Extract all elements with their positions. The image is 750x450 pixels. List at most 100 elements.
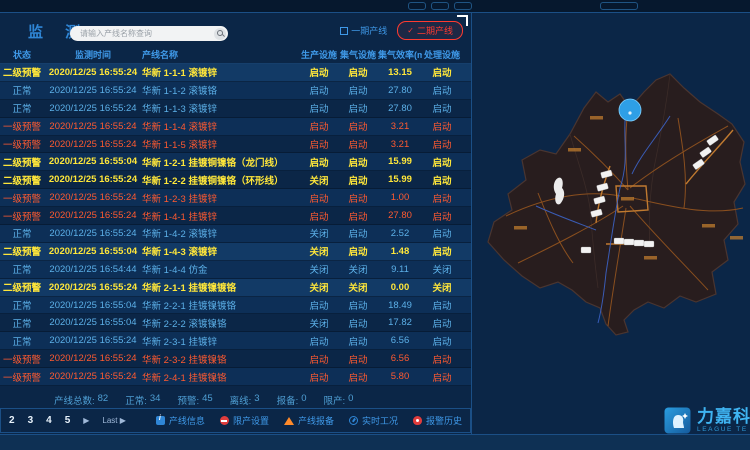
column-header: 状态 <box>0 48 44 61</box>
stat-value: 3 <box>254 393 259 407</box>
cell-status: 二级预警 <box>0 280 44 294</box>
cell-prod: 关闭 <box>300 226 338 240</box>
cell-status: 正常 <box>0 83 44 97</box>
cell-time: 2020/12/25 16:55:24 <box>44 103 142 114</box>
cell-time: 2020/12/25 16:55:24 <box>44 139 142 150</box>
table-header-row: 状态监测时间产线名称生产设施集气设施集气效率(m³/s)处理设施 <box>0 46 471 64</box>
cell-treat: 启动 <box>422 137 462 151</box>
cell-gas: 启动 <box>338 83 378 97</box>
action-label: 报警历史 <box>426 414 462 427</box>
cell-prod: 关闭 <box>300 280 338 294</box>
cell-gas: 关闭 <box>338 280 378 294</box>
table-row[interactable]: 正常2020/12/25 16:55:24华新 1-1-2 滚镀铬启动启动27.… <box>0 82 471 100</box>
cell-gas: 启动 <box>338 370 378 384</box>
table-body: 二级预警2020/12/25 16:55:24华新 1-1-1 滚镀锌启动启动1… <box>0 64 471 386</box>
table-row[interactable]: 正常2020/12/25 16:55:04华新 2-2-1 挂镀镍镀铬启动启动1… <box>0 297 471 315</box>
district-map[interactable] <box>478 58 750 343</box>
cell-gas: 启动 <box>338 298 378 312</box>
top-tab[interactable] <box>600 2 638 10</box>
table-row[interactable]: 二级预警2020/12/25 16:55:24华新 1-2-2 挂镀铜镍铬（环形… <box>0 171 471 189</box>
top-tab[interactable] <box>431 2 449 10</box>
table-row[interactable]: 正常2020/12/25 16:55:24华新 2-3-1 挂镀锌启动启动6.5… <box>0 332 471 350</box>
cell-status: 一级预警 <box>0 209 44 223</box>
checkbox-icon[interactable] <box>340 27 348 35</box>
filter-phase2-button[interactable]: ✓ 二期产线 <box>397 21 463 40</box>
cell-treat: 启动 <box>422 65 462 79</box>
cell-status: 二级预警 <box>0 244 44 258</box>
action-realtime-gauge[interactable]: 实时工况 <box>349 414 398 427</box>
action-label: 限产设置 <box>233 414 269 427</box>
table-row[interactable]: 一级预警2020/12/25 16:55:24华新 2-4-1 挂镀镍铬启动启动… <box>0 368 471 386</box>
cell-time: 2020/12/25 16:55:04 <box>44 317 142 328</box>
table-row[interactable]: 二级预警2020/12/25 16:55:24华新 2-1-1 挂镀镍镀铬关闭关… <box>0 279 471 297</box>
cell-prod: 启动 <box>300 370 338 384</box>
cell-time: 2020/12/25 16:55:24 <box>44 228 142 239</box>
cell-name: 华新 2-2-1 挂镀镍镀铬 <box>142 298 300 312</box>
page-number[interactable]: 3 <box>28 415 34 426</box>
table-row[interactable]: 一级预警2020/12/25 16:55:24华新 2-3-2 挂镀镍铬启动启动… <box>0 350 471 368</box>
cell-gas: 启动 <box>338 137 378 151</box>
table-row[interactable]: 一级预警2020/12/25 16:55:24华新 1-2-3 挂镀锌启动启动1… <box>0 189 471 207</box>
stat-label: 报备: <box>277 393 299 407</box>
action-report-triangle[interactable]: 产线报备 <box>284 414 334 427</box>
action-info[interactable]: 产线信息 <box>156 414 205 427</box>
search-input[interactable] <box>70 29 214 38</box>
company-logo: 力嘉科技 LEAGUE TE <box>664 407 750 434</box>
stat-value: 0 <box>348 393 353 407</box>
table-row[interactable]: 正常2020/12/25 16:55:24华新 1-1-3 滚镀锌启动启动27.… <box>0 100 471 118</box>
cell-prod: 启动 <box>300 334 338 348</box>
table-row[interactable]: 一级预警2020/12/25 16:55:24华新 1-1-4 滚镀锌启动启动3… <box>0 118 471 136</box>
stat-value: 0 <box>301 393 306 407</box>
action-limit[interactable]: 限产设置 <box>220 414 269 427</box>
cell-status: 一级预警 <box>0 370 44 384</box>
table-row[interactable]: 二级预警2020/12/25 16:55:24华新 1-1-1 滚镀锌启动启动1… <box>0 64 471 82</box>
action-alarm-bell[interactable]: 报警历史 <box>413 414 462 427</box>
table-row[interactable]: 二级预警2020/12/25 16:55:04华新 1-2-1 挂镀铜镍铬（龙门… <box>0 153 471 171</box>
table-row[interactable]: 一级预警2020/12/25 16:55:24华新 1-4-1 挂镀锌启动启动2… <box>0 207 471 225</box>
action-label: 实时工况 <box>362 414 398 427</box>
cell-treat: 启动 <box>422 334 462 348</box>
cell-treat: 关闭 <box>422 262 462 276</box>
page-number[interactable]: 5 <box>65 415 71 426</box>
search-icon[interactable] <box>214 28 226 40</box>
page-number[interactable]: 4 <box>46 415 52 426</box>
table-row[interactable]: 一级预警2020/12/25 16:55:24华新 1-1-5 滚镀锌启动启动3… <box>0 136 471 154</box>
cell-status: 一级预警 <box>0 191 44 205</box>
stat-label: 产线总数: <box>54 393 95 407</box>
column-header: 集气效率(m³/s) <box>378 48 422 61</box>
table-row[interactable]: 正常2020/12/25 16:55:24华新 1-4-2 滚镀锌关闭启动2.5… <box>0 225 471 243</box>
top-tab[interactable] <box>454 2 472 10</box>
column-header: 产线名称 <box>142 48 300 61</box>
next-page-button[interactable]: ▶ <box>83 416 89 425</box>
table-row[interactable]: 正常2020/12/25 16:54:44华新 1-4-4 仿金关闭关闭9.11… <box>0 261 471 279</box>
filter-phase1[interactable]: 一期产线 <box>340 24 387 37</box>
stat-item: 预警:45 <box>177 393 212 407</box>
cell-time: 2020/12/25 16:55:24 <box>44 353 142 364</box>
action-buttons: 产线信息 限产设置 产线报备 实时工况 报警历史 <box>156 414 462 427</box>
cell-name: 华新 2-3-1 挂镀锌 <box>142 334 300 348</box>
cell-prod: 关闭 <box>300 244 338 258</box>
cell-gas: 启动 <box>338 191 378 205</box>
cell-treat: 启动 <box>422 244 462 258</box>
page-number[interactable]: 2 <box>9 415 15 426</box>
top-tab[interactable] <box>408 2 426 10</box>
stat-label: 正常: <box>125 393 147 407</box>
last-page-button[interactable]: Last ▶ <box>102 416 126 425</box>
cell-prod: 关闭 <box>300 173 338 187</box>
cell-eff: 5.80 <box>378 371 422 382</box>
info-icon <box>156 416 165 425</box>
cell-status: 正常 <box>0 101 44 115</box>
cell-name: 华新 1-4-1 挂镀锌 <box>142 209 300 223</box>
table-row[interactable]: 正常2020/12/25 16:55:04华新 2-2-2 滚镀镍铬关闭启动17… <box>0 314 471 332</box>
cell-name: 华新 2-3-2 挂镀镍铬 <box>142 352 300 366</box>
table-row[interactable]: 二级预警2020/12/25 16:55:04华新 1-4-3 滚镀锌关闭启动1… <box>0 243 471 261</box>
map-marker[interactable] <box>619 99 641 121</box>
cell-status: 正常 <box>0 262 44 276</box>
cell-gas: 启动 <box>338 334 378 348</box>
cell-eff: 15.99 <box>378 174 422 185</box>
cell-gas: 启动 <box>338 101 378 115</box>
cell-prod: 启动 <box>300 65 338 79</box>
cell-eff: 0.00 <box>378 282 422 293</box>
stat-label: 限产: <box>324 393 346 407</box>
cell-eff: 1.48 <box>378 246 422 257</box>
